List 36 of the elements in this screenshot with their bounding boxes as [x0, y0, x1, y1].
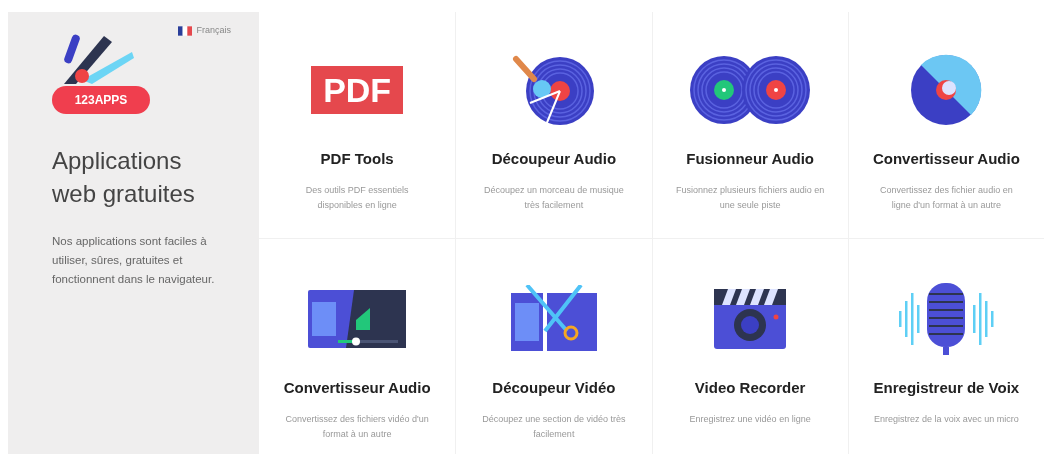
logo-badge: 123APPS — [52, 85, 150, 114]
flag-icon — [178, 25, 193, 36]
microphone-sound-wave-icon — [897, 283, 996, 355]
app-title: Découpeur Audio — [491, 149, 617, 169]
camera-clapper-icon — [714, 289, 787, 349]
app-title: Découpeur Vidéo — [492, 378, 616, 398]
two-vinyl-records-icon — [688, 53, 813, 127]
app-card[interactable]: Video Recorder Enregistrez une vidéo en ligne — [651, 238, 848, 454]
app-card[interactable]: Découpeur Audio Découpez un morceau de musique très facilement — [455, 12, 652, 238]
app-description: Des outils PDF essentiels disponibles en ligne — [304, 183, 410, 212]
sidebar-description: Nos applications sont faciles à utiliser, sûres, gratuites et fonctionnent dans le navigateur. — [52, 233, 215, 287]
app-title: Convertisseur Audio — [283, 378, 431, 398]
app-title: PDF Tools — [320, 149, 394, 169]
app-title: Enregistreur de Voix — [873, 378, 1020, 398]
pdf-logo: PDF — [311, 66, 404, 114]
vinyl-record-icon — [511, 53, 596, 127]
app-description: Fusionnez plusieurs fichiers audio en une seule piste — [675, 183, 826, 212]
app-card[interactable]: PDF PDF Tools Des outils PDF essentiels disponibles en ligne — [259, 12, 456, 238]
sidebar-heading: Applications web gratuites — [52, 145, 196, 209]
app-description: Découpez une section de vidéo très facilement — [481, 412, 627, 441]
app-card[interactable]: Enregistreur de Voix Enregistrez de la voix avec un micro — [847, 238, 1044, 454]
vinyl-disc-icon — [909, 53, 984, 127]
app-description: Découpez un morceau de musique très facilement — [483, 183, 625, 212]
film-strip-icon — [308, 290, 407, 348]
app-title: Fusionneur Audio — [686, 149, 814, 169]
app-description: Convertissez des fichiers vidéo d'un format à un autre — [284, 412, 430, 441]
film-and-scissors-icon — [510, 285, 597, 353]
app-description: Enregistrez une vidéo en ligne — [688, 412, 812, 426]
app-card[interactable]: Convertisseur Audio Convertissez des fichier audio en ligne d'un format à un autre — [847, 12, 1044, 238]
app-description: Convertissez des fichier audio en ligne d'un format à un autre — [879, 183, 1014, 212]
app-card[interactable]: Convertisseur Audio Convertissez des fichiers vidéo d'un format à un autre — [259, 238, 456, 454]
app-title: Video Recorder — [694, 378, 806, 398]
app-title: Convertisseur Audio — [872, 149, 1020, 169]
app-description: Enregistrez de la voix avec un micro — [873, 412, 1020, 426]
app-card[interactable]: Fusionneur Audio Fusionnez plusieurs fichiers audio en une seule piste — [651, 12, 848, 238]
app-card[interactable]: Découpeur Vidéo Découpez une section de vidéo très facilement — [455, 238, 652, 454]
